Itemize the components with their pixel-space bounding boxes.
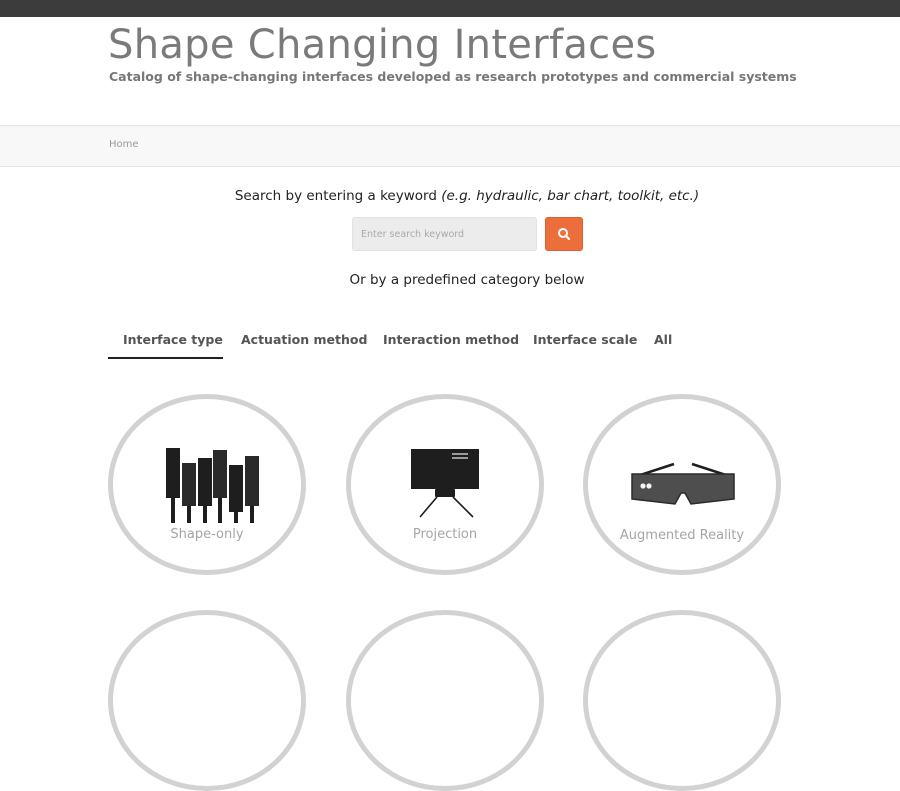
site-title[interactable]: Shape Changing Interfaces [108,22,657,68]
breadcrumb-home-link[interactable]: Home [109,139,139,150]
category-prompt: Or by a predefined category below [349,272,585,288]
tab-interface-scale[interactable]: Interface scale [533,332,637,347]
category-circle-partial[interactable] [583,610,781,791]
tab-interface-type[interactable]: Interface type [123,332,223,347]
projector-icon [409,448,483,524]
top-bar [0,0,900,17]
ar-glasses-icon [628,459,738,513]
category-label: Augmented Reality [619,528,745,543]
category-circle-partial[interactable] [346,610,544,791]
tab-actuation-method[interactable]: Actuation method [241,332,367,347]
search-prompt-examples: (e.g. hydraulic, bar chart, toolkit, etc… [441,188,700,204]
tab-all[interactable]: All [654,332,672,347]
breadcrumb: Home [0,125,900,167]
category-augmented-reality[interactable]: Augmented Reality [583,394,781,575]
site-subtitle: Catalog of shape-changing interfaces dev… [109,69,797,84]
pin-array-icon [160,443,260,527]
search-button[interactable] [545,217,583,251]
category-circle-partial[interactable] [108,610,306,791]
category-label: Shape-only [170,527,244,542]
search-prompt: Search by entering a keyword (e.g. hydra… [0,188,900,204]
category-shape-only[interactable]: Shape-only [108,394,306,575]
tab-interaction-method[interactable]: Interaction method [383,332,519,347]
search-prompt-text: Search by entering a keyword [234,188,437,204]
search-input[interactable] [352,217,537,251]
search-icon [558,228,571,241]
active-tab-indicator [108,357,223,359]
category-label: Projection [412,527,478,542]
category-projection[interactable]: Projection [346,394,544,575]
